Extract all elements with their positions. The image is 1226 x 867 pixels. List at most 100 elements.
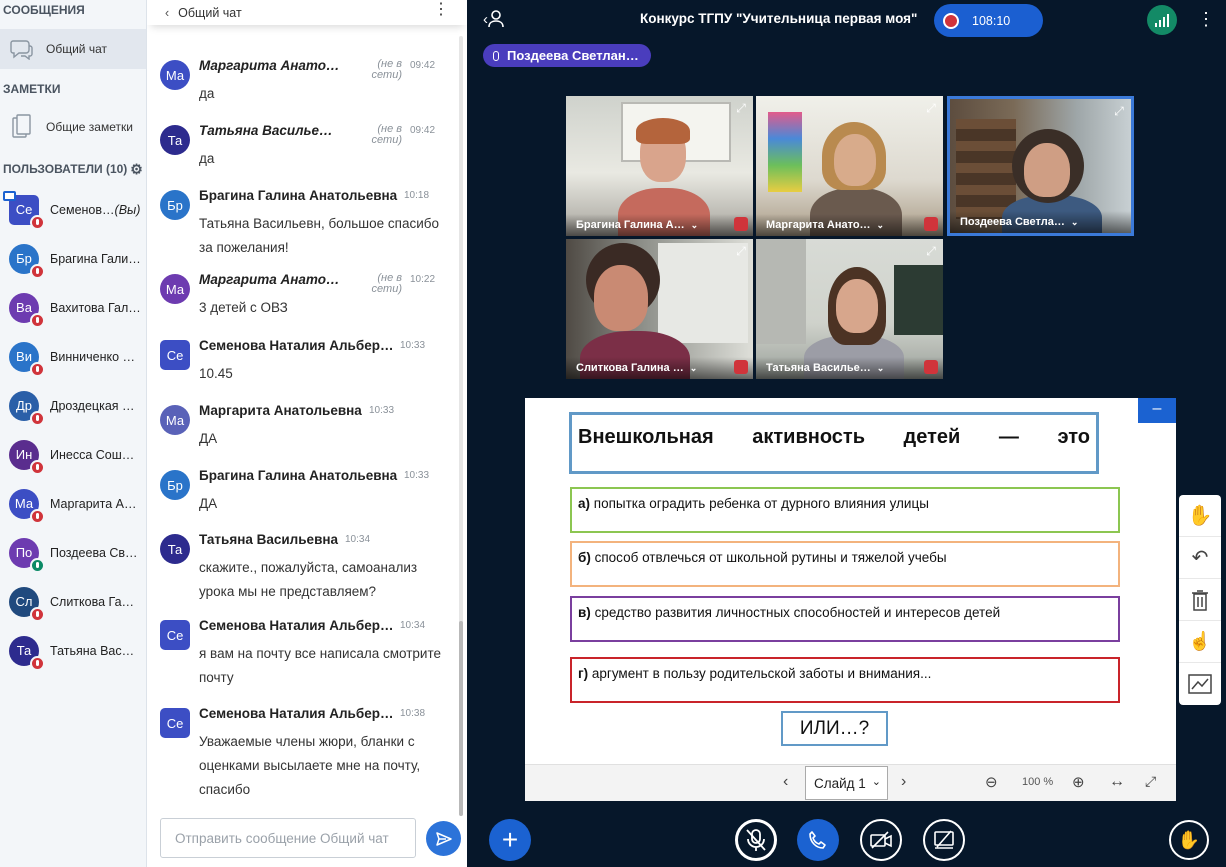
muted-mic-icon (30, 655, 45, 671)
hand-tool-button[interactable]: ✋ (1179, 495, 1221, 537)
hand-icon: ✋ (1177, 829, 1201, 850)
avatar: Сл (9, 586, 45, 622)
slide-title-word: это (1057, 426, 1090, 448)
recording-indicator[interactable]: 108:10 (934, 4, 1043, 37)
whiteboard-toolbar: ✋ ↶ ☝ (1179, 495, 1221, 705)
zoom-out-icon[interactable]: ⊖ (985, 773, 998, 791)
undo-button[interactable]: ↶ (1179, 537, 1221, 579)
chevron-down-icon[interactable]: ⌄ (877, 363, 885, 374)
user-list-item[interactable]: Ин Инесса Сош… (0, 430, 146, 479)
option-text: средство развития личностных способносте… (594, 605, 1001, 620)
top-bar: ‹ Конкурс ТГПУ "Учительница первая моя" … (467, 0, 1226, 40)
muted-mic-icon (30, 214, 45, 230)
message-author: Семенова Наталия Альбер… (199, 338, 394, 353)
avatar: Та (160, 125, 190, 155)
muted-mic-icon (30, 312, 45, 328)
avatar-initials: Бр (16, 251, 32, 266)
chevron-down-icon[interactable]: ⌄ (690, 363, 698, 374)
more-options-icon[interactable]: ⋮ (1197, 9, 1215, 30)
user-name-text: Маргарита А… (50, 496, 137, 511)
user-list-item[interactable]: Ма Маргарита А… (0, 479, 146, 528)
next-slide-icon[interactable]: › (901, 773, 906, 791)
message-author: Татьяна Василье… (199, 123, 333, 138)
raise-hand-button[interactable]: ✋ (1169, 820, 1209, 860)
record-icon (943, 12, 959, 29)
fullscreen-icon[interactable]: ⤢ (1112, 104, 1126, 118)
video-tile-active-speaker[interactable]: Поздеева Светла… ⌄ ⤢ (947, 96, 1134, 236)
zoom-in-icon[interactable]: ⊕ (1072, 773, 1085, 791)
multi-user-button[interactable]: ☝ (1179, 621, 1221, 663)
microphone-icon (493, 50, 499, 61)
send-message-button[interactable] (426, 821, 461, 856)
video-tile[interactable]: Татьяна Василье… ⌄ ⤢ (756, 239, 943, 379)
video-tile-label: Маргарита Анато… ⌄ (756, 214, 943, 236)
chevron-left-icon[interactable]: ‹ (165, 6, 169, 20)
fullscreen-icon[interactable]: ⤢ (924, 244, 938, 258)
option-letter: б) (578, 550, 591, 565)
screen-share-button[interactable] (923, 819, 965, 861)
user-name: Слиткова Га… (50, 595, 142, 609)
user-list-item[interactable]: Се Семенов…(Вы) (0, 185, 146, 234)
chat-header: ‹ Общий чат ⋮ (147, 0, 467, 25)
message-time: 09:42 (410, 60, 436, 71)
user-list-item[interactable]: Ва Вахитова Гал… (0, 283, 146, 332)
drawing-tool-button[interactable] (1179, 663, 1221, 705)
video-toggle-button[interactable] (860, 819, 902, 861)
avatar-initials: Та (16, 643, 32, 658)
chat-scrollbar[interactable] (459, 36, 463, 816)
user-icon (488, 10, 504, 28)
video-tile[interactable]: Брагина Галина А… ⌄ ⤢ (566, 96, 753, 236)
chevron-down-icon[interactable]: ⌄ (877, 220, 885, 231)
talking-indicator[interactable]: Поздеева Светлан… (483, 44, 651, 67)
fullscreen-icon[interactable]: ⤢ (1145, 773, 1156, 790)
message-author: Маргарита Анато… (199, 272, 340, 287)
chat-bubble-icon (8, 35, 36, 63)
minimize-presentation-button[interactable]: – (1138, 398, 1176, 423)
video-tile[interactable]: Маргарита Анато… ⌄ ⤢ (756, 96, 943, 236)
user-list-item[interactable]: Др Дроздецкая … (0, 381, 146, 430)
actions-button[interactable]: + (489, 819, 531, 861)
muted-mic-icon (30, 361, 45, 377)
video-tile[interactable]: Слиткова Галина … ⌄ ⤢ (566, 239, 753, 379)
fullscreen-icon[interactable]: ⤢ (924, 101, 938, 115)
message-text: ДА (199, 496, 218, 511)
user-name: Поздеева Св… (50, 546, 142, 560)
recording-timer: 108:10 (972, 13, 1011, 28)
message-text: Татьяна Васильевн, большое спасибо за по… (199, 216, 439, 255)
slide-selector[interactable]: Слайд 1 ⌄ (805, 766, 888, 800)
fullscreen-icon[interactable]: ⤢ (734, 244, 748, 258)
muted-mic-icon (30, 606, 45, 622)
user-list-item[interactable]: Та Татьяна Вас… (0, 626, 146, 675)
gear-icon[interactable]: ⚙ (130, 159, 143, 179)
chat-panel: ‹ Общий чат ⋮ Ма Маргарита Анато… 09:42 (не… (147, 0, 467, 867)
connection-status-button[interactable] (1147, 5, 1177, 35)
answer-option: а) попытка оградить ребенка от дурного в… (570, 487, 1120, 533)
user-list-item[interactable]: Ви Винниченко … (0, 332, 146, 381)
chevron-down-icon[interactable]: ⌄ (1071, 217, 1079, 228)
message-text: ДА (199, 431, 218, 446)
users-header: ПОЛЬЗОВАТЕЛИ (10) (3, 162, 128, 176)
fit-width-icon[interactable]: ↔ (1109, 773, 1125, 791)
previous-slide-icon[interactable]: ‹ (783, 773, 788, 791)
chevron-down-icon[interactable]: ⌄ (691, 220, 699, 231)
user-list-item[interactable]: По Поздеева Св… (0, 528, 146, 577)
sidebar-item-public-chat[interactable]: Общий чат (0, 29, 146, 69)
chat-input-placeholder: Отправить сообщение Общий чат (175, 830, 389, 846)
message-text: Уважаемые члены жюри, бланки с оценками … (199, 734, 421, 797)
toggle-user-list-button[interactable]: ‹ (483, 10, 504, 28)
user-name-text: Слиткова Га… (50, 594, 135, 609)
audio-button[interactable] (797, 819, 839, 861)
avatar: Бр (9, 243, 45, 279)
muted-mic-icon (924, 360, 938, 374)
fullscreen-icon[interactable]: ⤢ (734, 101, 748, 115)
slide-title-word: активность (752, 426, 865, 448)
chat-message-input[interactable]: Отправить сообщение Общий чат (160, 818, 416, 858)
sidebar-item-shared-notes[interactable]: Общие заметки (0, 107, 146, 147)
message-time: 10:34 (400, 620, 426, 631)
user-name-text: Винниченко … (50, 349, 136, 364)
user-list-item[interactable]: Сл Слиткова Га… (0, 577, 146, 626)
mute-button[interactable] (735, 819, 777, 861)
more-options-icon[interactable]: ⋮ (433, 2, 449, 18)
clear-annotations-button[interactable] (1179, 579, 1221, 621)
user-list-item[interactable]: Бр Брагина Гали… (0, 234, 146, 283)
